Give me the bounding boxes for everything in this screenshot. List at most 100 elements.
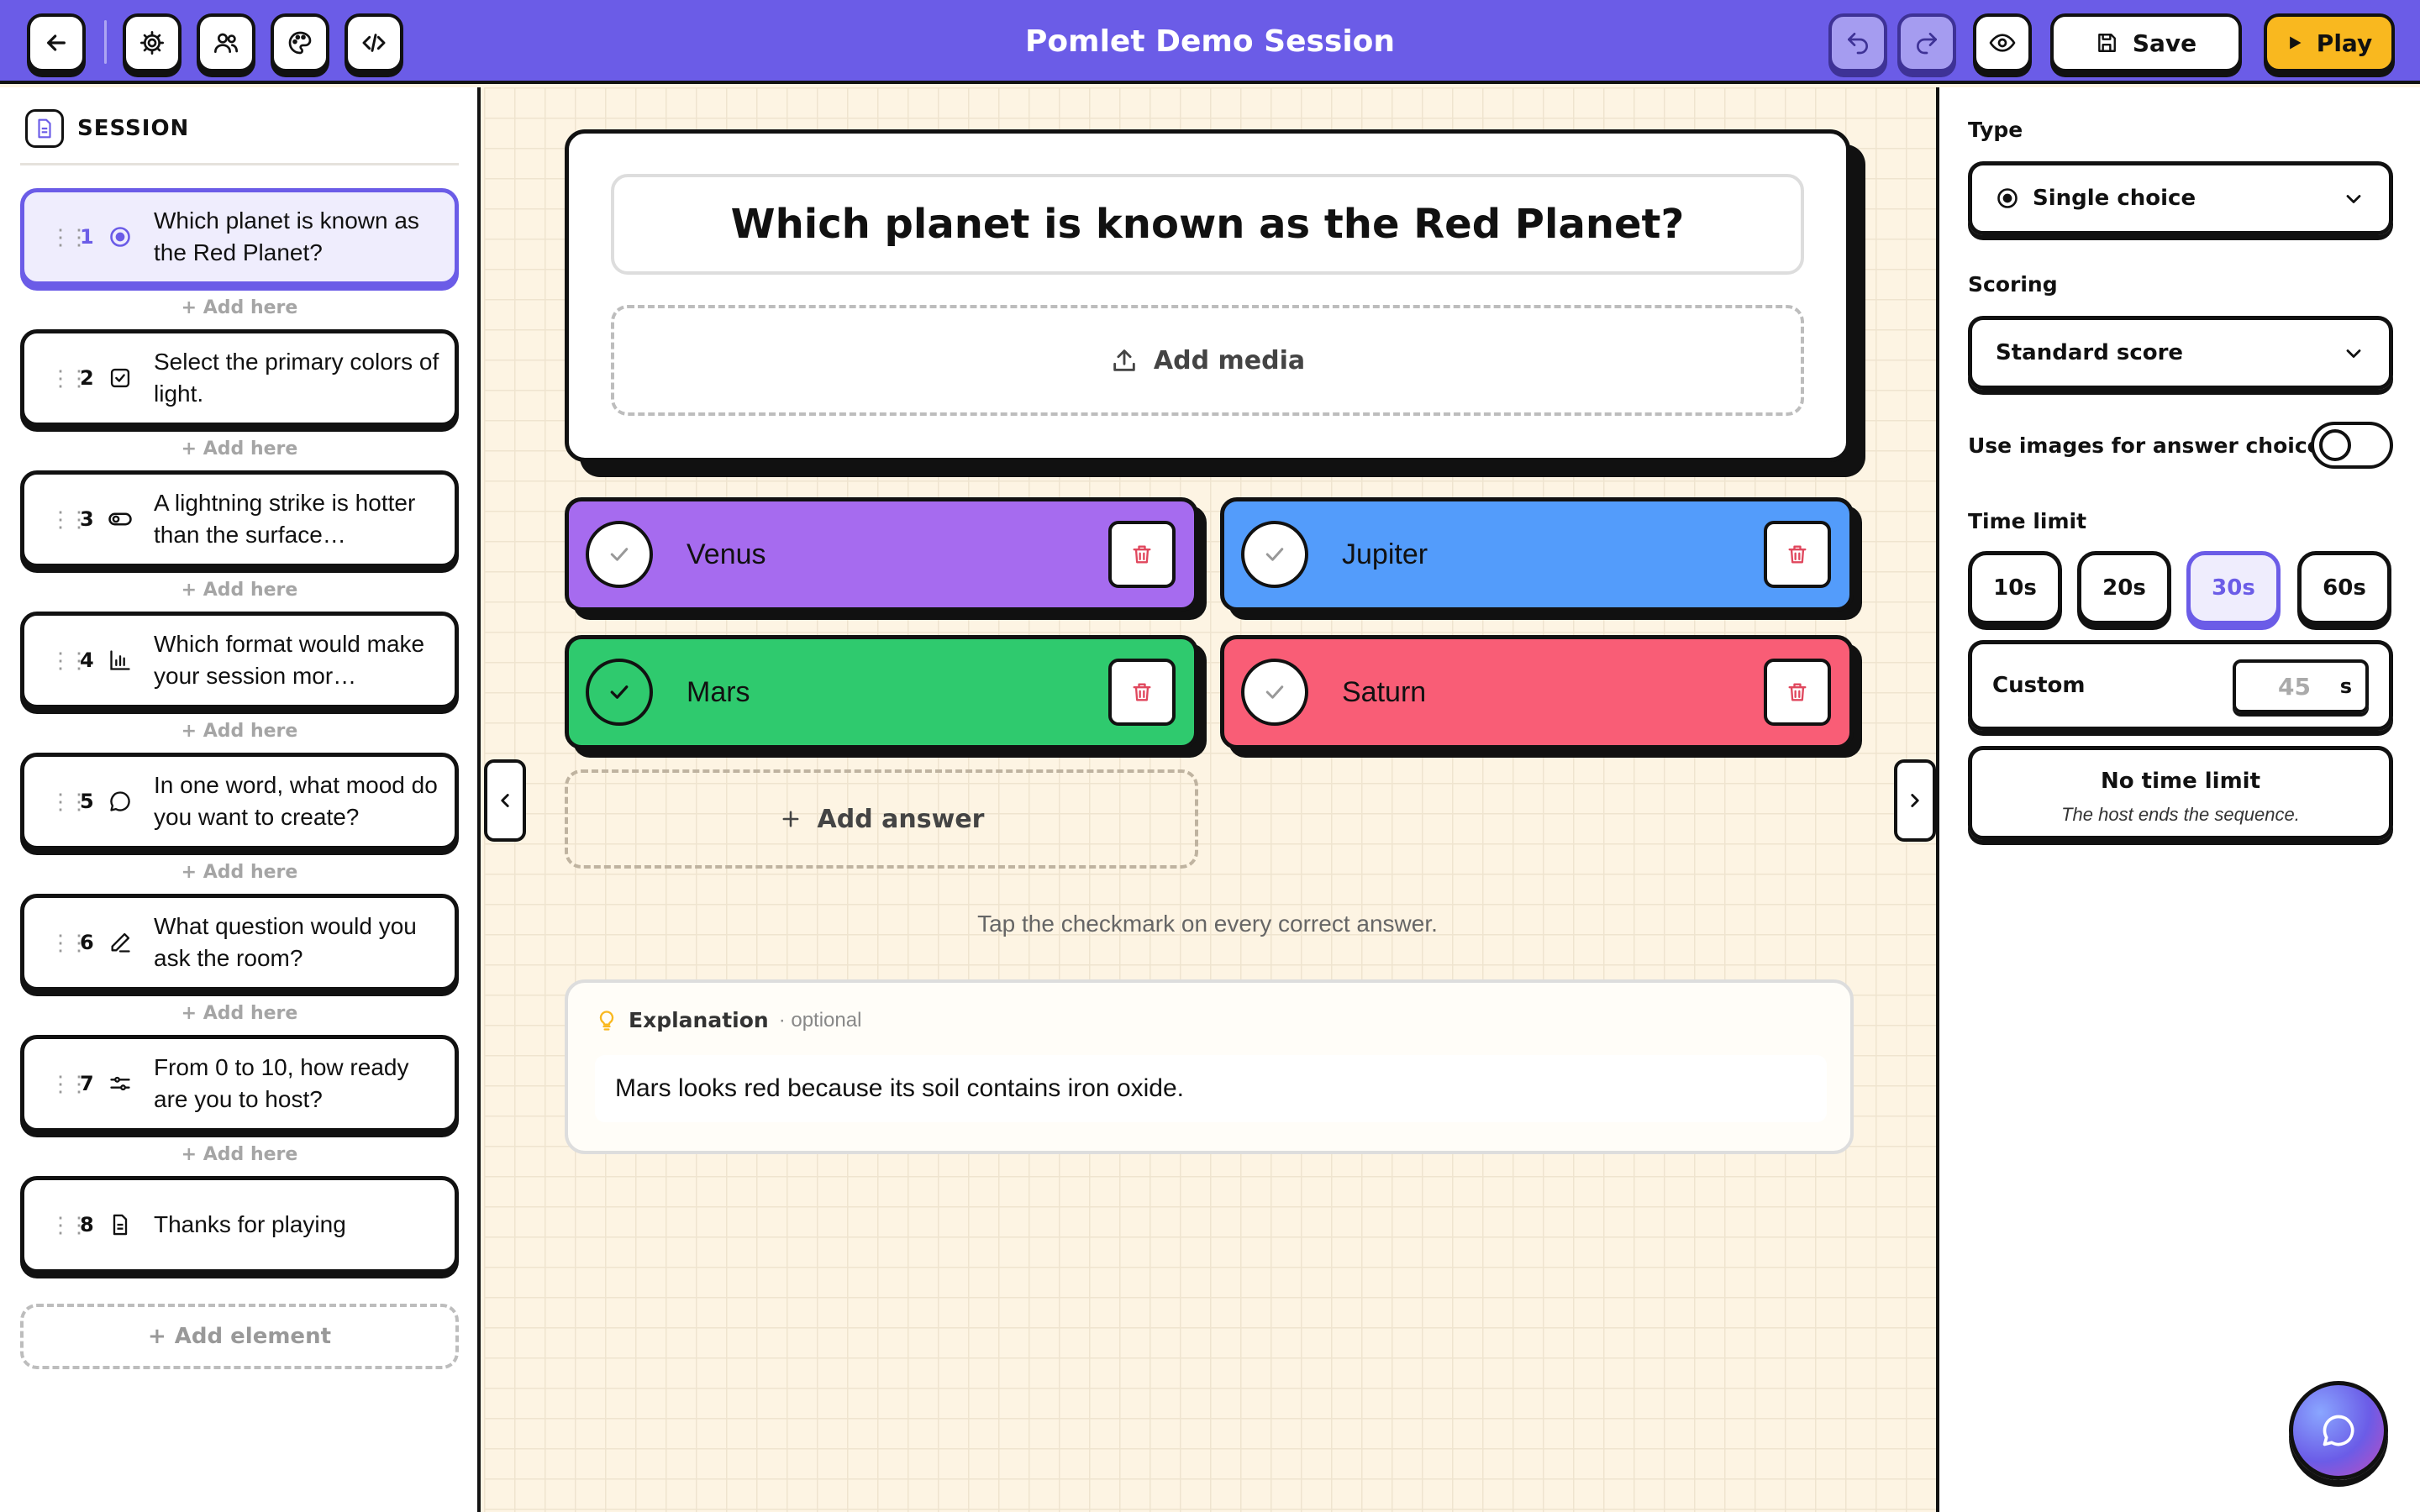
gear-icon <box>140 31 164 55</box>
sidebar-item-7[interactable]: ⋮⋮ 7 From 0 to 10, how ready are you to … <box>20 1035 459 1132</box>
item-number: 8 <box>80 1213 94 1236</box>
settings-button[interactable] <box>123 13 182 72</box>
save-button[interactable]: Save <box>2050 13 2242 72</box>
correct-toggle-button[interactable] <box>1241 521 1308 588</box>
delete-answer-button[interactable] <box>1108 659 1176 726</box>
seconds-unit: s <box>2339 675 2352 698</box>
add-here-button[interactable]: + Add here <box>20 721 459 742</box>
drag-handle-icon[interactable]: ⋮⋮ <box>50 365 90 391</box>
sidebar-item-6[interactable]: ⋮⋮ 6 What question would you ask the roo… <box>20 894 459 991</box>
correct-toggle-button[interactable] <box>1241 659 1308 726</box>
upload-icon <box>1113 349 1135 371</box>
type-select[interactable]: Single choice <box>1968 161 2393 235</box>
preview-button[interactable] <box>1973 13 2032 72</box>
item-text: In one word, what mood do you want to cr… <box>154 772 438 830</box>
answer-card-jupiter: Jupiter <box>1220 497 1854 612</box>
no-time-limit-button[interactable]: No time limit The host ends the sequence… <box>1968 746 2393 840</box>
sidebar-item-2[interactable]: ⋮⋮ 2 Select the primary colors of light. <box>20 329 459 427</box>
play-button[interactable]: Play <box>2264 13 2395 72</box>
sidebar-item-8[interactable]: ⋮⋮ 8 Thanks for playing <box>20 1176 459 1273</box>
item-text: A lightning strike is hotter than the su… <box>154 490 416 548</box>
check-icon <box>1265 685 1284 699</box>
explanation-header: Explanation · optional <box>595 1008 861 1032</box>
add-here-button[interactable]: + Add here <box>20 580 459 601</box>
use-images-toggle[interactable] <box>2311 422 2393 469</box>
redo-button[interactable] <box>1897 13 1956 72</box>
add-here-button[interactable]: + Add here <box>20 438 459 459</box>
chevron-left-icon <box>501 794 509 807</box>
question-title-input[interactable]: Which planet is known as the Red Planet? <box>611 174 1804 275</box>
add-here-button[interactable]: + Add here <box>20 297 459 318</box>
question-editor-canvas: Which planet is known as the Red Planet?… <box>484 87 1936 1512</box>
use-images-label: Use images for answer choices <box>1968 433 2334 458</box>
delete-answer-button[interactable] <box>1764 521 1831 588</box>
item-number: 4 <box>80 648 94 672</box>
custom-time-input[interactable]: 45 s <box>2233 659 2369 713</box>
undo-icon <box>1848 33 1868 55</box>
time-option-20s[interactable]: 20s <box>2077 551 2171 625</box>
sidebar-item-3[interactable]: ⋮⋮ 3 A lightning strike is hotter than t… <box>20 470 459 568</box>
add-media-label: Add media <box>1153 345 1306 375</box>
drag-handle-icon[interactable]: ⋮⋮ <box>50 507 90 533</box>
play-label: Play <box>2316 29 2373 57</box>
arrow-left-icon <box>47 34 66 51</box>
item-number: 1 <box>80 225 94 249</box>
trash-icon <box>1788 683 1807 701</box>
delete-answer-button[interactable] <box>1108 521 1176 588</box>
trash-icon <box>1133 683 1151 701</box>
play-icon <box>2289 36 2302 50</box>
explanation-input[interactable]: Mars looks red because its soil contains… <box>595 1055 1827 1122</box>
drag-handle-icon[interactable]: ⋮⋮ <box>50 1212 90 1238</box>
sidebar-item-5[interactable]: ⋮⋮ 5 In one word, what mood do you want … <box>20 753 459 850</box>
item-number: 3 <box>80 507 94 531</box>
embed-code-button[interactable] <box>345 13 403 72</box>
eye-icon <box>1989 34 2016 52</box>
add-answer-button[interactable]: Add answer <box>565 769 1198 869</box>
session-heading: SESSION <box>77 116 190 141</box>
answer-label[interactable]: Saturn <box>1342 676 1764 709</box>
multiple-choice-icon <box>107 365 134 391</box>
correct-toggle-button[interactable] <box>586 521 653 588</box>
add-media-button[interactable]: Add media <box>611 305 1804 416</box>
chevron-right-icon <box>1911 794 1919 807</box>
chat-assistant-button[interactable] <box>2289 1381 2388 1480</box>
plus-icon: + <box>147 1324 166 1349</box>
collapse-sidebar-button[interactable] <box>484 759 526 842</box>
answer-card-venus: Venus <box>565 497 1198 612</box>
add-here-button[interactable]: + Add here <box>20 1144 459 1165</box>
drag-handle-icon[interactable]: ⋮⋮ <box>50 224 90 250</box>
poll-chart-icon <box>107 647 134 674</box>
scoring-label: Scoring <box>1968 272 2058 297</box>
back-button[interactable] <box>27 13 86 72</box>
correct-toggle-button[interactable] <box>586 659 653 726</box>
item-text: Select the primary colors of light. <box>154 349 439 407</box>
sidebar-divider <box>20 163 459 165</box>
theme-button[interactable] <box>271 13 329 72</box>
code-icon <box>362 34 386 52</box>
drag-handle-icon[interactable]: ⋮⋮ <box>50 789 90 815</box>
answer-label[interactable]: Venus <box>687 538 1108 571</box>
collapse-settings-button[interactable] <box>1894 759 1936 842</box>
sidebar-item-1[interactable]: ⋮⋮ 1 Which planet is known as the Red Pl… <box>20 188 459 286</box>
time-option-60s[interactable]: 60s <box>2297 551 2391 625</box>
add-here-button[interactable]: + Add here <box>20 862 459 883</box>
add-element-button[interactable]: + Add element <box>20 1304 459 1369</box>
answer-label[interactable]: Mars <box>687 676 1108 709</box>
time-option-30s[interactable]: 30s <box>2186 551 2281 625</box>
drag-handle-icon[interactable]: ⋮⋮ <box>50 1071 90 1097</box>
delete-answer-button[interactable] <box>1764 659 1831 726</box>
check-icon <box>610 685 629 699</box>
drag-handle-icon[interactable]: ⋮⋮ <box>50 930 90 956</box>
explanation-panel: Explanation · optional Mars looks red be… <box>565 979 1854 1154</box>
undo-button[interactable] <box>1828 13 1887 72</box>
collaborators-button[interactable] <box>197 13 255 72</box>
redo-icon <box>1917 33 1937 55</box>
scoring-select[interactable]: Standard score <box>1968 316 2393 390</box>
answer-label[interactable]: Jupiter <box>1342 538 1764 571</box>
plus-icon <box>782 811 798 827</box>
trash-icon <box>1788 545 1807 564</box>
add-here-button[interactable]: + Add here <box>20 1003 459 1024</box>
sidebar-item-4[interactable]: ⋮⋮ 4 Which format would make your sessio… <box>20 612 459 709</box>
time-option-10s[interactable]: 10s <box>1968 551 2062 625</box>
drag-handle-icon[interactable]: ⋮⋮ <box>50 648 90 674</box>
